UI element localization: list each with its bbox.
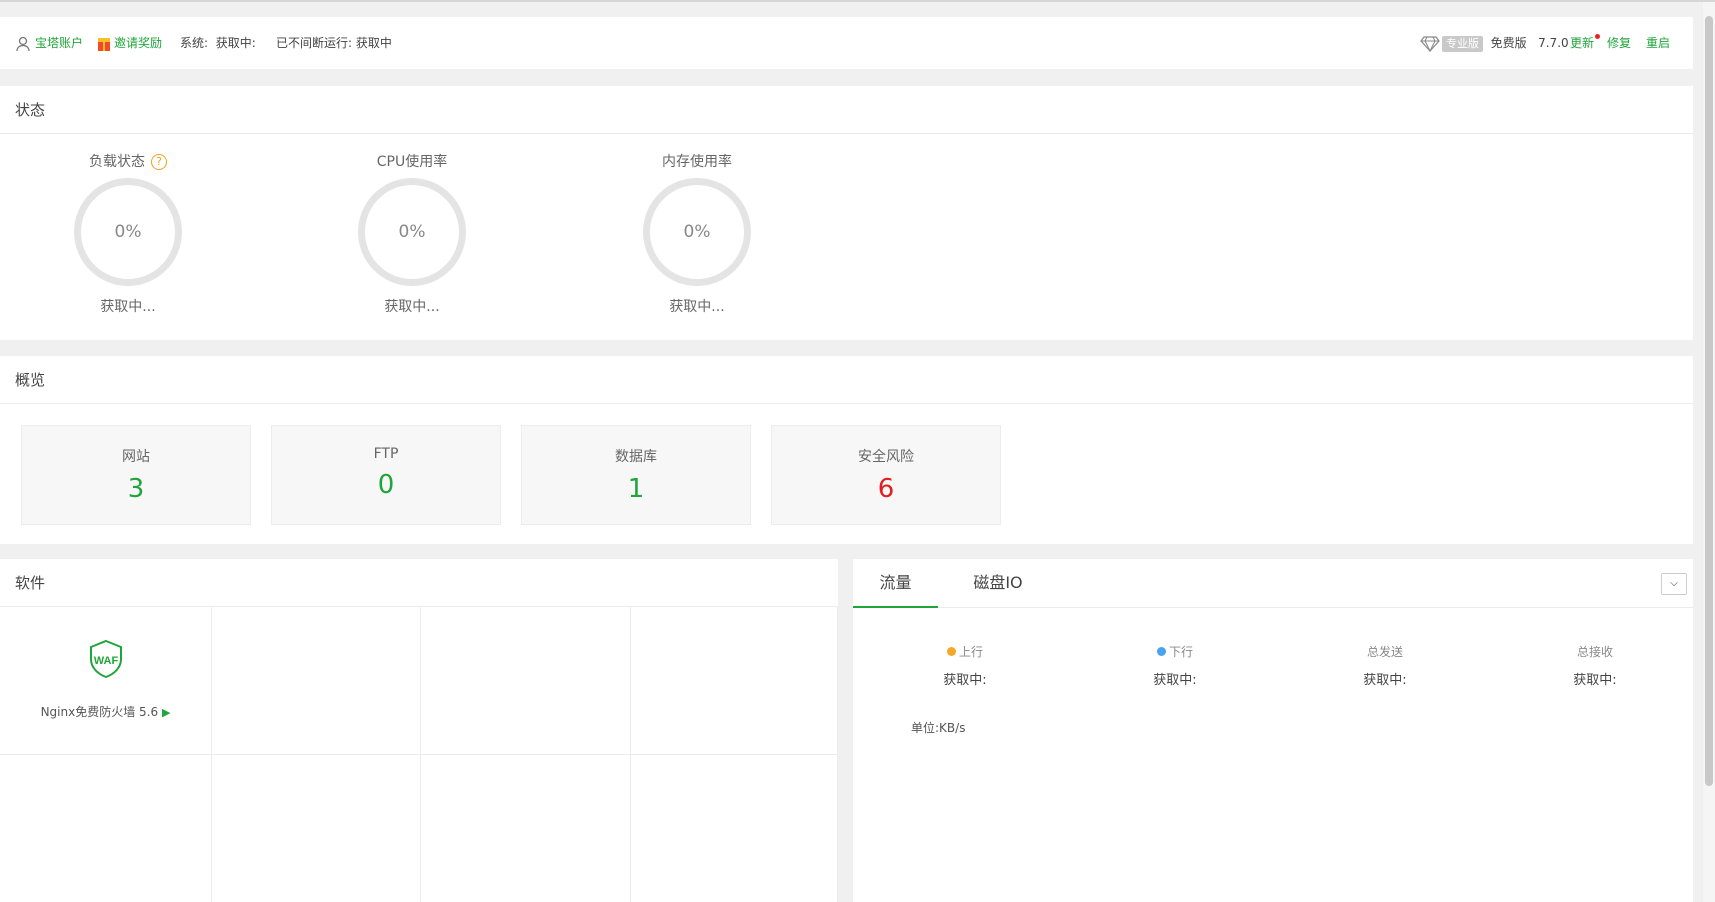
top-bar: 宝塔账户 邀请奖励 系统: 获取中: 已不间断运行: 获取中 专业版 免费版 7… — [0, 17, 1693, 69]
update-label: 更新 — [1570, 36, 1595, 50]
status-title: 状态 — [0, 86, 1693, 134]
gauge-title: 负载状态? — [58, 152, 198, 172]
stat-label-text: 下行 — [1168, 645, 1193, 659]
uptime-info: 已不间断运行: 获取中 — [276, 36, 392, 50]
update-link[interactable]: 更新 — [1570, 17, 1601, 69]
tab-traffic[interactable]: 流量 — [853, 559, 938, 608]
pro-badge[interactable]: 专业版 — [1442, 36, 1483, 52]
stat-label: 总接收 — [1576, 645, 1613, 659]
overview-label: 安全风险 — [858, 449, 914, 465]
tab-disk-io[interactable]: 磁盘IO — [953, 559, 1043, 607]
stat-value: 获取中: — [1363, 673, 1407, 688]
overview-value[interactable]: 6 — [772, 474, 1000, 504]
gauge-title-text: 负载状态 — [89, 154, 145, 170]
overview-item-database[interactable]: 数据库 1 — [521, 425, 751, 525]
software-item-waf[interactable]: WAF Nginx免费防火墙 5.6 ▶ — [0, 607, 212, 755]
edition-info: 专业版 免费版 7.7.0 — [1420, 17, 1569, 69]
memory-gauge[interactable]: 内存使用率 0% 获取中... — [627, 134, 767, 316]
stat-total-received: 总接收 获取中: — [1515, 643, 1675, 688]
top-border — [0, 0, 1715, 2]
update-dot — [1595, 34, 1601, 39]
overview-item-website[interactable]: 网站 3 — [21, 425, 251, 525]
load-gauge[interactable]: 负载状态? 0% 获取中... — [58, 134, 198, 316]
software-title: 软件 — [0, 559, 838, 607]
gauge-ring: 0% — [643, 178, 751, 286]
software-slot — [421, 755, 631, 902]
software-slot — [0, 755, 212, 902]
overview-label: 数据库 — [615, 449, 657, 465]
gauge-status: 获取中... — [669, 299, 725, 315]
stat-label-text: 上行 — [958, 645, 983, 659]
overview-panel: 概览 网站 3 FTP 0 数据库 1 安全风险 6 — [0, 356, 1693, 544]
gauge-status: 获取中... — [100, 299, 156, 315]
stat-label: 上行 — [885, 643, 1045, 660]
invite-label: 邀请奖励 — [114, 36, 163, 50]
waf-logo-text: WAF — [94, 655, 119, 667]
software-slot — [421, 607, 631, 755]
overview-item-security-risk[interactable]: 安全风险 6 — [771, 425, 1001, 525]
system-info: 系统: 获取中: — [180, 17, 256, 69]
stat-label: 总发送 — [1366, 645, 1403, 659]
gauge-ring: 0% — [358, 178, 466, 286]
software-panel: 软件 WAF Nginx免费防火墙 5.6 ▶ — [0, 559, 838, 902]
stat-download: 下行 获取中: — [1095, 643, 1255, 688]
account-label: 宝塔账户 — [35, 36, 84, 50]
stat-value: 获取中: — [1153, 673, 1197, 688]
software-name-text: Nginx免费防火墙 5.6 — [40, 705, 159, 719]
upload-dot-icon — [946, 647, 956, 656]
waf-shield-icon: WAF — [90, 639, 122, 679]
download-dot-icon — [1156, 647, 1166, 656]
gauge-ring: 0% — [74, 178, 182, 286]
interface-select[interactable]: ⌵ — [1661, 573, 1687, 595]
software-slot — [212, 607, 421, 755]
stat-label: 下行 — [1095, 643, 1255, 660]
play-icon[interactable]: ▶ — [162, 706, 170, 719]
stat-total-sent: 总发送 获取中: — [1305, 643, 1465, 688]
scrollbar-thumb[interactable] — [1705, 16, 1713, 786]
overview-item-ftp[interactable]: FTP 0 — [271, 425, 501, 525]
system-value: 获取中: — [215, 36, 256, 50]
software-slot — [631, 607, 838, 755]
restart-link[interactable]: 重启 — [1646, 17, 1670, 69]
gauge-title: CPU使用率 — [376, 154, 448, 170]
overview-value[interactable]: 3 — [22, 474, 250, 504]
gauge-status: 获取中... — [384, 299, 440, 315]
invite-link[interactable]: 邀请奖励 — [98, 17, 162, 69]
help-icon[interactable]: ? — [151, 154, 167, 170]
stat-value: 获取中: — [943, 673, 987, 688]
software-grid: WAF Nginx免费防火墙 5.6 ▶ — [0, 607, 838, 902]
overview-label: 网站 — [122, 449, 150, 465]
overview-value[interactable]: 1 — [522, 474, 750, 504]
traffic-panel: 流量 磁盘IO ⌵ 上行 获取中: 下行 获取中: 总发送 获取中: 总接收 获… — [853, 559, 1693, 902]
stat-value: 获取中: — [1573, 673, 1617, 688]
software-name: Nginx免费防火墙 5.6 ▶ — [0, 703, 211, 720]
gauge-title: 内存使用率 — [662, 154, 732, 170]
user-icon — [16, 36, 30, 51]
status-panel: 状态 负载状态? 0% 获取中... CPU使用率 0% 获取中... 内存使用… — [0, 86, 1693, 340]
repair-link[interactable]: 修复 — [1607, 17, 1631, 69]
edition-label: 免费版 — [1490, 36, 1527, 50]
diamond-icon — [1420, 35, 1440, 52]
version-label: 7.7.0 — [1538, 36, 1569, 50]
traffic-tabs: 流量 磁盘IO ⌵ — [853, 559, 1693, 608]
software-slot — [631, 755, 838, 902]
page-scrollbar[interactable] — [1703, 2, 1715, 902]
cpu-gauge[interactable]: CPU使用率 0% 获取中... — [342, 134, 482, 316]
overview-label: FTP — [373, 446, 399, 462]
overview-title: 概览 — [0, 356, 1693, 404]
stat-upload: 上行 获取中: — [885, 643, 1045, 688]
software-slot — [212, 755, 421, 902]
overview-value[interactable]: 0 — [272, 470, 500, 500]
system-label: 系统: — [180, 36, 209, 50]
account-link[interactable]: 宝塔账户 — [15, 17, 83, 69]
chevron-down-icon: ⌵ — [1670, 578, 1678, 589]
gift-icon — [98, 38, 110, 51]
unit-label: 单位:KB/s — [911, 721, 966, 735]
